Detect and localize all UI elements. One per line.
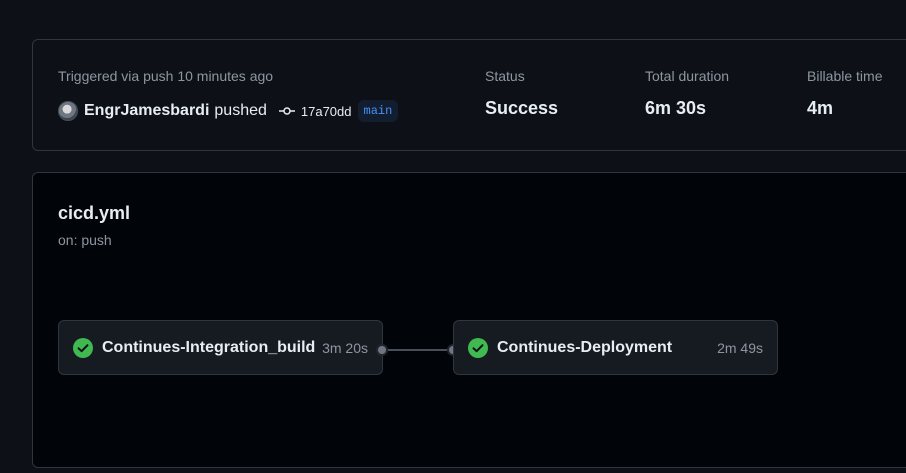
- billable-label: Billable time: [807, 68, 883, 84]
- trigger-text: Triggered via push 10 minutes ago: [58, 68, 274, 84]
- job-duration: 2m 49s: [717, 339, 763, 356]
- billable-stat: Billable time 4m: [807, 68, 882, 119]
- status-value: Success: [485, 98, 559, 118]
- branch-badge[interactable]: main: [357, 100, 399, 122]
- job-duration: 3m 20s: [322, 339, 368, 356]
- billable-value: 4m: [807, 98, 834, 118]
- job-name: Continues-Deployment: [497, 338, 673, 356]
- check-circle-icon: [73, 337, 93, 358]
- job-name: Continues-Integration_build: [102, 338, 316, 356]
- duration-stat: Total duration 6m 30s: [645, 68, 729, 119]
- status-label: Status: [485, 68, 525, 84]
- check-circle-icon: [468, 337, 488, 358]
- git-commit-icon: [278, 103, 295, 119]
- workflow-graph-card: cicd.yml on: push Continues-Integration_…: [32, 172, 906, 468]
- job-continues-integration[interactable]: Continues-Integration_build 3m 20s: [58, 320, 383, 375]
- duration-value: 6m 30s: [645, 98, 707, 118]
- actor-row: EngrJamesbardi pushed 17a70dd main: [58, 100, 399, 122]
- workflow-trigger: on: push: [58, 232, 112, 248]
- user-avatar[interactable]: [58, 101, 78, 121]
- duration-label: Total duration: [645, 68, 730, 84]
- job-continues-deployment[interactable]: Continues-Deployment 2m 49s: [453, 320, 778, 375]
- job-connector-line: [384, 349, 453, 351]
- status-stat: Status Success: [485, 68, 558, 119]
- commit-sha-link[interactable]: 17a70dd: [301, 104, 352, 119]
- run-summary-card: Triggered via push 10 minutes ago EngrJa…: [32, 39, 906, 151]
- action-text: pushed: [214, 102, 267, 119]
- actor-name-link[interactable]: EngrJamesbardi: [84, 102, 209, 120]
- connector-output-dot: [376, 344, 388, 356]
- workflow-file-name: cicd.yml: [58, 203, 131, 223]
